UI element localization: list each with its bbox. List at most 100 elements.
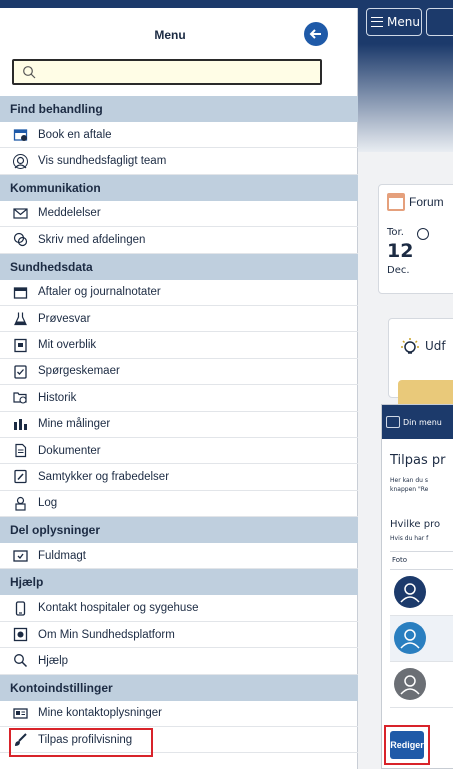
envelope-icon (12, 205, 28, 221)
appointment-day: Tor. (387, 227, 404, 238)
phone-icon (12, 600, 28, 616)
menu-item-aftaler-og-journalnotater[interactable]: Aftaler og journalnotater (0, 280, 358, 306)
menu-item-mine-malinger[interactable]: Mine målinger (0, 412, 358, 438)
flask-icon (12, 311, 28, 327)
menu-item-dokumenter[interactable]: Dokumenter (0, 438, 358, 465)
menu-item-mit-overblik[interactable]: Mit overblik (0, 332, 358, 359)
info-icon (12, 627, 28, 643)
menu-item-label: Aftaler og journalnotater (38, 286, 161, 299)
menu-item-label: Mit overblik (38, 339, 97, 352)
feature-card-title: Udf (425, 339, 446, 353)
popup-topbar: Din menu (382, 405, 453, 439)
search-input[interactable] (12, 59, 322, 85)
section-kommunikation: Kommunikation (0, 174, 358, 201)
appointment-date: 12 (387, 240, 414, 262)
menu-item-label: Om Min Sundhedsplatform (38, 628, 175, 641)
popup-topbar-label[interactable]: Din menu (403, 418, 442, 427)
menu-item-tilpas-profilvisning[interactable]: Tilpas profilvisning (0, 727, 358, 758)
background-hero (358, 44, 453, 152)
menu-item-label: Spørgeskemaer (38, 365, 120, 378)
calendar-icon (387, 193, 405, 211)
edit-button[interactable]: Rediger (390, 731, 424, 759)
contact-card-icon (12, 705, 28, 721)
avatar-icon (394, 576, 426, 608)
section-del-oplysninger: Del oplysninger (0, 517, 358, 544)
section-kontoindstillinger: Kontoindstillinger (0, 674, 358, 701)
arrow-left-icon (309, 29, 321, 39)
clock-icon (417, 228, 429, 240)
history-icon (12, 390, 28, 406)
table-row[interactable] (390, 570, 453, 616)
background-topbar: Menu (358, 0, 453, 44)
menu-item-label: Prøvesvar (38, 312, 91, 325)
hamburger-icon (371, 17, 383, 27)
menu-item-fuldmagt[interactable]: Fuldmagt (0, 543, 358, 570)
paintbrush-icon (12, 732, 28, 748)
chat-icon (12, 232, 28, 248)
menu-item-provesvar[interactable]: Prøvesvar (0, 306, 358, 333)
avatar-icon (394, 622, 426, 654)
menu-item-sporgeskemaer[interactable]: Spørgeskemaer (0, 359, 358, 386)
menu-item-vis-sundhedsfagligt-team[interactable]: Vis sundhedsfagligt team (0, 148, 358, 175)
menu-item-label: Hjælp (38, 654, 69, 667)
menu-item-samtykker-og-frabedelser[interactable]: Samtykker og frabedelser (0, 464, 358, 491)
search-icon (23, 66, 36, 79)
side-menu: Menu Find behandling Book en aftale Vis … (0, 0, 358, 769)
table-row[interactable] (390, 616, 453, 662)
menu-item-book-en-aftale[interactable]: Book en aftale (0, 122, 358, 149)
profile-table: Foto (390, 551, 453, 708)
menu-top-strip (0, 0, 358, 8)
menu-item-skriv-med-afdelingen[interactable]: Skriv med afdelingen (0, 227, 358, 254)
background-app: Menu Forum Tor. 12 Dec. Udf Din menu Til… (358, 0, 453, 769)
popup-description-line2: knappen "Re (390, 486, 429, 493)
appointment-month: Dec. (387, 265, 410, 276)
team-icon (12, 153, 28, 169)
menu-item-mine-kontaktoplysninger[interactable]: Mine kontaktoplysninger (0, 701, 358, 728)
background-home-button[interactable] (426, 8, 453, 36)
appointment-card[interactable]: Forum Tor. 12 Dec. (378, 184, 453, 294)
menu-item-label: Meddelelser (38, 207, 101, 220)
document-icon (12, 443, 28, 459)
menu-item-meddelelser[interactable]: Meddelelser (0, 201, 358, 228)
menu-item-label: Tilpas profilvisning (38, 733, 133, 746)
popup-menu-icon[interactable] (386, 416, 400, 428)
menu-item-label: Book en aftale (38, 128, 112, 141)
menu-title: Menu (154, 28, 186, 42)
popup-question: Hvilke pro (390, 519, 441, 530)
calendar-icon (12, 284, 28, 300)
menu-item-historik[interactable]: Historik (0, 385, 358, 412)
menu-item-label: Mine kontaktoplysninger (38, 707, 163, 720)
search-help-icon (12, 653, 28, 669)
menu-item-label: Samtykker og frabedelser (38, 470, 170, 483)
section-hjaelp: Hjælp (0, 569, 358, 596)
background-menu-button[interactable]: Menu (366, 8, 422, 36)
menu-item-label: Skriv med afdelingen (38, 233, 146, 246)
appointment-card-title: Forum (409, 195, 444, 209)
menu-item-label: Fuldmagt (38, 549, 86, 562)
section-sundhedsdata: Sundhedsdata (0, 253, 358, 280)
measurement-icon (12, 416, 28, 432)
menu-item-kontakt-hospitaler[interactable]: Kontakt hospitaler og sygehuse (0, 595, 358, 622)
menu-item-label: Vis sundhedsfagligt team (38, 155, 167, 168)
menu-item-label: Kontakt hospitaler og sygehuse (38, 602, 199, 615)
background-menu-label: Menu (387, 15, 420, 29)
edit-button-highlight: Rediger (384, 725, 430, 765)
consent-icon (12, 469, 28, 485)
close-menu-button[interactable] (304, 22, 328, 46)
profile-popup: Din menu Tilpas pr Her kan du s knappen … (381, 404, 453, 769)
avatar-icon (394, 668, 426, 700)
clipboard-icon (12, 363, 28, 379)
menu-item-label: Dokumenter (38, 444, 101, 457)
menu-item-label: Log (38, 497, 58, 510)
table-row[interactable] (390, 662, 453, 708)
menu-item-log[interactable]: Log (0, 491, 358, 518)
menu-item-hjaelp[interactable]: Hjælp (0, 648, 358, 675)
section-find-behandling: Find behandling (0, 96, 358, 122)
menu-sections: Find behandling Book en aftale Vis sundh… (0, 96, 358, 758)
lightbulb-icon (401, 338, 419, 354)
popup-question-sub: Hvis du har f (390, 535, 429, 542)
popup-description-line1: Her kan du s (390, 477, 428, 484)
log-icon (12, 495, 28, 511)
popup-title: Tilpas pr (390, 453, 446, 468)
menu-item-om-min-sundhedsplatform[interactable]: Om Min Sundhedsplatform (0, 622, 358, 649)
